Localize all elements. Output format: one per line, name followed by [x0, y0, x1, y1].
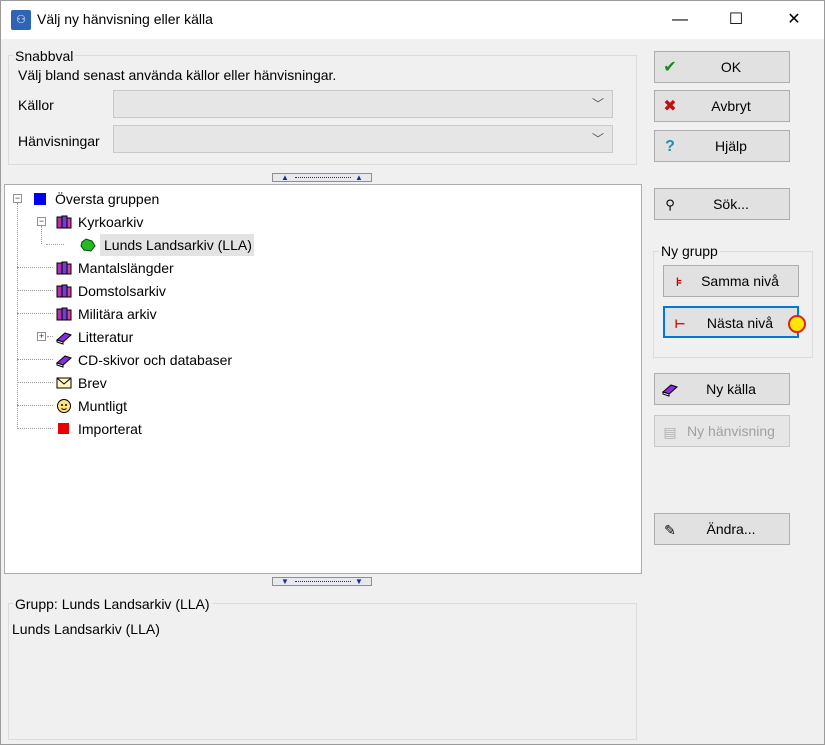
new-source-button[interactable]: Ny källa	[654, 373, 790, 405]
title-bar: ⚇ Välj ny hänvisning eller källa — ☐ ✕	[1, 1, 824, 39]
tree-item-label: Brev	[78, 375, 107, 391]
tree-line	[17, 203, 18, 429]
splitter-top-handle[interactable]: ▲ ▲	[272, 173, 372, 182]
edit-label: Ändra...	[706, 521, 756, 537]
tree-line	[17, 428, 53, 429]
snabbval-legend: Snabbval	[13, 48, 76, 64]
search-label: Sök...	[713, 196, 749, 212]
tree-item-label: Muntligt	[78, 398, 128, 414]
tree-line	[17, 405, 53, 406]
chevron-down-icon: ﹀	[591, 132, 604, 146]
tree-line	[17, 290, 53, 291]
splitter-bottom-handle[interactable]: ▼ ▼	[272, 577, 372, 586]
tree-line	[47, 336, 53, 337]
tree-item-label: Lunds Landsarkiv (LLA)	[104, 237, 252, 253]
tree-item-label: Mantalslängder	[78, 260, 174, 276]
down-arrow-icon: ▼	[281, 577, 289, 586]
help-label: Hjälp	[715, 138, 747, 154]
help-button[interactable]: ? Hjälp	[654, 130, 790, 162]
dialog-window: ⚇ Välj ny hänvisning eller källa — ☐ ✕ S…	[0, 0, 825, 745]
envelope-icon	[56, 376, 72, 390]
search-button[interactable]: ⚲ Sök...	[654, 188, 790, 220]
collapse-icon[interactable]: −	[37, 217, 46, 226]
up-arrow-icon: ▲	[281, 173, 289, 182]
tree-item-label: Importerat	[78, 421, 142, 437]
cancel-label: Avbryt	[711, 98, 751, 114]
cancel-button[interactable]: ✖ Avbryt	[654, 90, 790, 122]
books-icon	[56, 260, 72, 275]
blue-square-icon	[34, 193, 46, 205]
ok-label: OK	[720, 59, 742, 75]
snabbval-description: Välj bland senast använda källor eller h…	[18, 67, 337, 83]
new-source-label: Ny källa	[706, 381, 756, 397]
edit-button[interactable]: ✎ Ändra...	[654, 513, 790, 545]
book-icon	[56, 329, 72, 345]
ny-grupp-legend: Ny grupp	[659, 243, 720, 259]
red-square-icon	[58, 423, 69, 434]
kallor-combobox[interactable]: ﹀	[113, 90, 613, 118]
info-legend: Grupp: Lunds Landsarkiv (LLA)	[13, 596, 212, 612]
expand-icon[interactable]: +	[37, 332, 46, 341]
up-arrow-icon: ▲	[355, 173, 363, 182]
hanvisningar-combobox[interactable]: ﹀	[113, 125, 613, 153]
tree-item-label: Domstolsarkiv	[78, 283, 166, 299]
minimize-button[interactable]: —	[657, 1, 703, 39]
tree-item-label: Kyrkoarkiv	[78, 214, 144, 230]
tree-line	[41, 226, 42, 244]
ok-button[interactable]: ✔ OK	[654, 51, 790, 83]
tree-item-label: CD-skivor och databaser	[78, 352, 233, 368]
same-level-button[interactable]: ⊧ Samma nivå	[663, 265, 799, 297]
splitter-grip	[295, 581, 351, 583]
tree-line	[17, 359, 53, 360]
books-icon	[56, 306, 72, 321]
tree-item-label: Översta gruppen	[55, 191, 160, 207]
tree-line	[17, 382, 53, 383]
face-icon	[56, 398, 71, 413]
window-title: Välj ny hänvisning eller källa	[37, 11, 213, 27]
book-icon	[56, 352, 72, 368]
tree-line	[46, 244, 64, 245]
tree-item-lunds-landsarkiv[interactable]: Lunds Landsarkiv (LLA)	[100, 234, 254, 256]
close-button[interactable]: ✕	[771, 1, 817, 39]
info-text: Lunds Landsarkiv (LLA)	[12, 621, 160, 637]
hanvisningar-label: Hänvisningar	[18, 133, 100, 149]
next-level-button[interactable]: ⊢ Nästa nivå	[663, 306, 799, 338]
new-reference-button[interactable]: ▤ Ny hänvisning	[654, 415, 790, 447]
splitter-grip	[295, 177, 351, 179]
new-reference-label: Ny hänvisning	[687, 423, 775, 439]
source-tree[interactable]: − Översta gruppen − Kyrkoarkiv Lunds Lan…	[4, 184, 642, 574]
chevron-down-icon: ﹀	[591, 97, 604, 111]
tree-line	[17, 267, 53, 268]
collapse-icon[interactable]: −	[13, 194, 22, 203]
tree-item-label: Militära arkiv	[78, 306, 157, 322]
kallor-label: Källor	[18, 97, 54, 113]
down-arrow-icon: ▼	[355, 577, 363, 586]
books-icon	[56, 283, 72, 298]
tree-line	[17, 313, 53, 314]
books-icon	[56, 214, 72, 229]
green-folder-icon	[80, 237, 96, 252]
next-level-label: Nästa nivå	[706, 315, 774, 331]
same-level-label: Samma nivå	[701, 273, 779, 289]
tree-item-label: Litteratur	[78, 329, 134, 345]
app-icon: ⚇	[11, 10, 31, 30]
click-indicator-icon	[788, 315, 806, 333]
maximize-button[interactable]: ☐	[713, 1, 759, 39]
